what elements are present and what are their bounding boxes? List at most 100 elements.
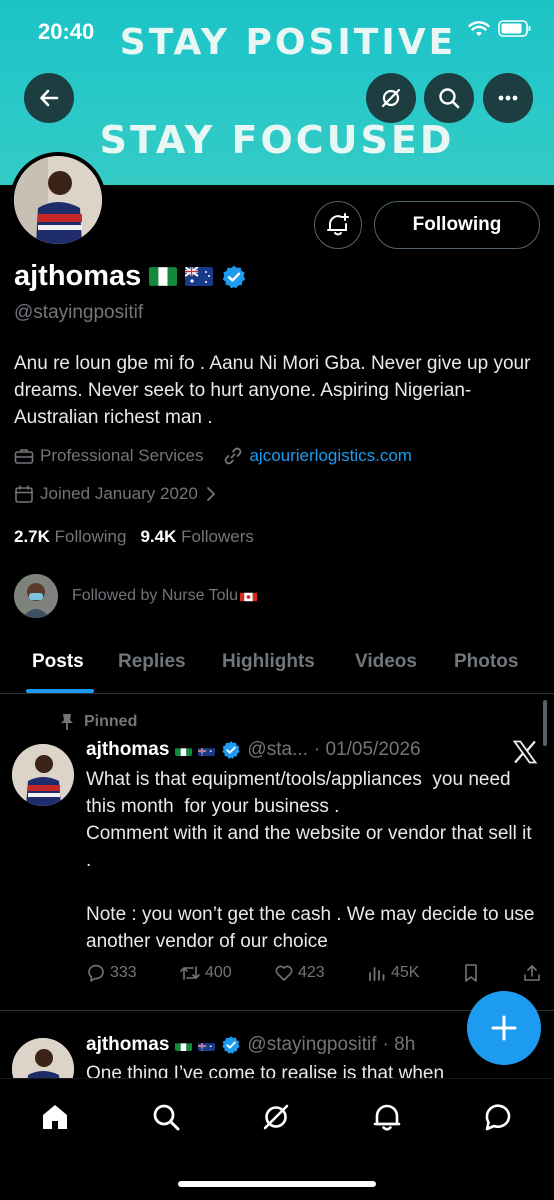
status-bar: 20:40 [0,0,554,62]
nav-grok[interactable] [256,1097,296,1137]
profile-stats: 2.7K Following 9.4K Followers [14,527,254,547]
home-icon [43,1105,67,1129]
following-button[interactable]: Following [374,201,540,249]
reply-icon [88,964,104,982]
followers-label: Followers [181,527,254,546]
followed-by-text: Followed by Nurse Tolu [72,587,239,604]
followers-count-link[interactable]: 9.4K Followers [140,527,253,547]
more-button[interactable] [483,73,533,123]
views-count: 45K [390,964,420,981]
post-author-handle: @stayingpositif [247,1034,377,1055]
back-arrow-icon [40,89,59,107]
home-indicator[interactable] [178,1181,376,1187]
tab-highlights[interactable]: Highlights [222,651,315,673]
share-icon [524,965,540,981]
x-logo-icon [512,740,538,764]
following-label: Following [54,527,127,546]
views-icon [369,967,385,981]
post-author-name[interactable]: ajthomas [86,1034,169,1056]
notifications-subscribe-button[interactable] [314,201,362,249]
grok-icon [263,1104,289,1130]
tab-videos[interactable]: Videos [355,651,417,673]
like-count: 423 [297,964,325,981]
nav-notifications[interactable] [367,1097,407,1137]
profile-meta-row: Professional Services ajcourierlogistics… [14,446,412,466]
nigeria-flag-icon [149,267,178,286]
australia-flag-icon [185,267,214,286]
nav-search[interactable] [146,1097,186,1137]
banner-text-line2: STAY FOCUSED [99,118,455,162]
pinned-label: Pinned [60,713,137,731]
following-count-link[interactable]: 2.7K Following [14,527,126,547]
share-button[interactable] [522,963,542,983]
bookmark-icon [464,964,477,982]
profile-website-link[interactable]: ajcourierlogistics.com [249,446,412,466]
following-count: 2.7K [14,527,50,546]
post-author-name[interactable]: ajthomas [86,739,169,761]
views-button[interactable]: 45K [367,963,419,983]
verified-badge-icon [222,1036,241,1054]
plus-icon [491,1015,517,1041]
status-time: 20:40 [38,19,95,44]
post-date: · 8h [382,1034,416,1055]
link-icon [225,447,242,465]
nigeria-flag-icon [175,1039,193,1051]
search-button[interactable] [424,73,474,123]
profile-avatar[interactable] [10,152,106,248]
back-button[interactable] [24,73,74,123]
repost-button[interactable]: 400 [179,963,232,983]
followed-by-row[interactable]: Followed by Nurse Tolu [14,574,258,618]
profile-joined-date: Joined January 2020 [40,484,198,503]
nigeria-flag-icon [175,744,193,756]
calendar-icon [15,485,33,503]
tab-replies[interactable]: Replies [118,651,186,673]
post-date: · 01/05/2026 [313,739,421,760]
more-icon [498,95,518,101]
australia-flag-icon [198,1039,216,1051]
post-text: One thing I’ve come to realise is that w… [86,1063,445,1078]
australia-flag-icon [198,744,216,756]
post-author-handle: @sta... [247,739,308,760]
chevron-right-icon [206,487,216,501]
search-icon [439,88,460,109]
repost-count: 400 [204,964,232,981]
tab-posts[interactable]: Posts [32,651,84,673]
compose-post-button[interactable] [467,991,541,1065]
pin-icon [61,714,73,730]
pinned-text: Pinned [84,713,138,730]
bell-icon [373,1104,401,1131]
profile-tabs: Posts Replies Highlights Videos Photos [0,634,554,694]
nav-messages[interactable] [478,1097,518,1137]
nav-home[interactable] [35,1097,75,1137]
bell-plus-icon [327,213,349,236]
verified-badge-icon[interactable] [221,264,247,290]
wifi-icon [468,20,490,36]
heart-icon [275,965,293,981]
grok-button[interactable] [366,73,416,123]
post-header: ajthomas @sta... · 01/05/2026 [86,739,421,761]
like-button[interactable]: 423 [274,963,325,983]
follower-avatar [14,574,58,618]
bookmark-button[interactable] [462,963,480,983]
scrollbar[interactable] [543,700,547,746]
grok-icon [381,88,401,108]
briefcase-icon [14,449,34,464]
search-icon [153,1104,180,1131]
profile-handle: @stayingpositif [14,302,144,323]
tab-photos[interactable]: Photos [454,651,518,673]
status-icons [468,20,532,37]
reply-count: 333 [110,964,137,981]
verified-badge-icon [222,741,241,759]
post-text: What is that equipment/tools/appliances … [86,769,535,952]
canada-flag-icon [240,590,258,602]
reply-button[interactable]: 333 [86,963,137,983]
profile-name-row: ajthomas [14,260,247,293]
profile-joined-row[interactable]: Joined January 2020 [14,484,218,504]
battery-icon [498,20,531,37]
post-header: ajthomas @stayingpositif · 8h [86,1034,415,1056]
post-avatar[interactable] [12,744,74,806]
post-actions: 333 400 423 45K [86,963,542,983]
repost-icon [180,966,200,980]
chat-bubble-icon [485,1104,511,1131]
profile-category: Professional Services [40,446,204,465]
